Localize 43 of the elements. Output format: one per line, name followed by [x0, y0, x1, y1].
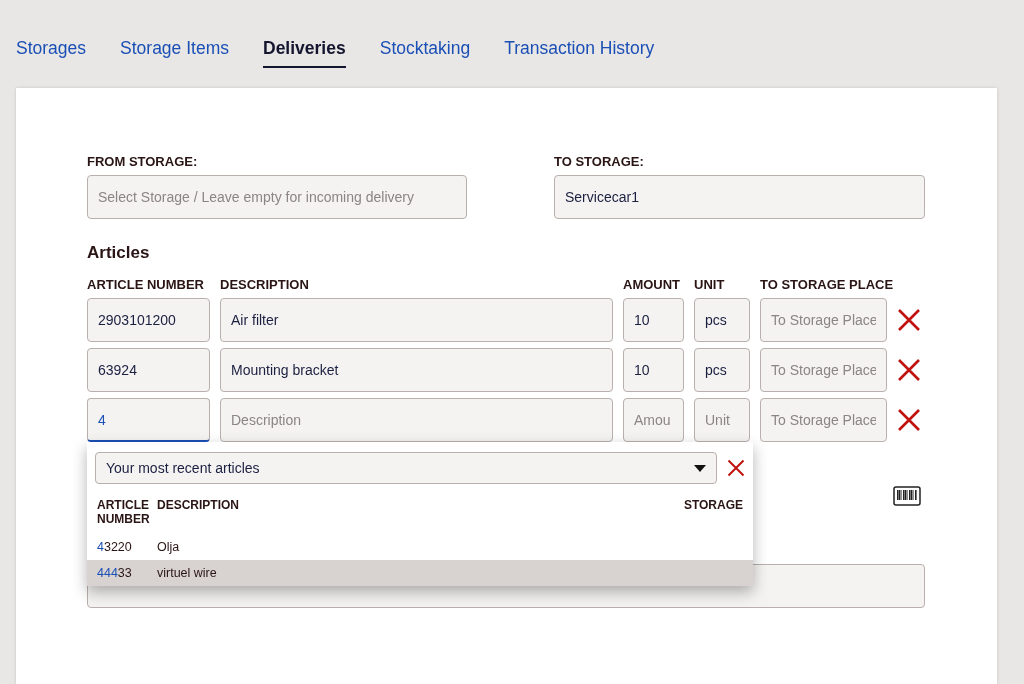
input-field[interactable]: 2903101200 [87, 298, 210, 342]
field-label: TO STORAGE: [554, 154, 645, 169]
input-field[interactable]: Amou [623, 398, 684, 442]
column-header: UNIT [694, 277, 726, 292]
column-header: DESCRIPTION [220, 277, 310, 292]
field-label: FROM STORAGE: [87, 154, 199, 169]
column-header: ARTICLE NUMBER [97, 498, 151, 526]
section-title: Articles [87, 243, 151, 263]
article-description: Olja [157, 540, 181, 554]
suggestion-row[interactable]: 44433 virtuel wire [87, 560, 753, 586]
input-field[interactable]: 10 [623, 348, 684, 392]
column-header: AMOUNT [623, 277, 682, 292]
input-field[interactable]: pcs [694, 298, 750, 342]
tab[interactable]: Storage Items [120, 36, 229, 68]
input-field[interactable]: 10 [623, 298, 684, 342]
remove-icon[interactable] [897, 408, 921, 432]
caret-icon [694, 464, 706, 472]
close-icon[interactable] [727, 459, 745, 477]
article-number: 43220 [97, 540, 133, 554]
tab[interactable]: Storages [16, 36, 87, 68]
article-number: 44433 [97, 566, 133, 580]
input-field[interactable]: 4 [87, 398, 210, 442]
column-header: ARTICLE NUMBER [87, 277, 205, 292]
remove-icon[interactable] [897, 358, 921, 382]
article-description: virtuel wire [157, 566, 218, 580]
barcode-icon[interactable] [893, 484, 921, 508]
column-header: DESCRIPTION [157, 498, 240, 514]
filter-dropdown[interactable]: Your most recent articles [95, 452, 717, 484]
storage-field[interactable]: Select Storage / Leave empty for incoming delivery [87, 175, 467, 219]
input-field[interactable]: 63924 [87, 348, 210, 392]
input-field[interactable]: Air filter [220, 298, 613, 342]
remove-icon[interactable] [897, 308, 921, 332]
tab[interactable]: Deliveries [263, 36, 346, 68]
column-header: TO STORAGE PLACE [760, 277, 894, 292]
tab[interactable]: Stocktaking [379, 36, 471, 68]
storage-field[interactable]: Servicecar1 [554, 175, 925, 219]
suggestion-row[interactable]: 43220 Olja [87, 534, 753, 560]
input-field[interactable]: Unit [694, 398, 750, 442]
tab[interactable]: Transaction History [504, 36, 655, 68]
column-header: STORAGE [683, 498, 743, 514]
input-field[interactable]: pcs [694, 348, 750, 392]
input-field[interactable]: Mounting bracket [220, 348, 613, 392]
input-field[interactable]: Description [220, 398, 613, 442]
